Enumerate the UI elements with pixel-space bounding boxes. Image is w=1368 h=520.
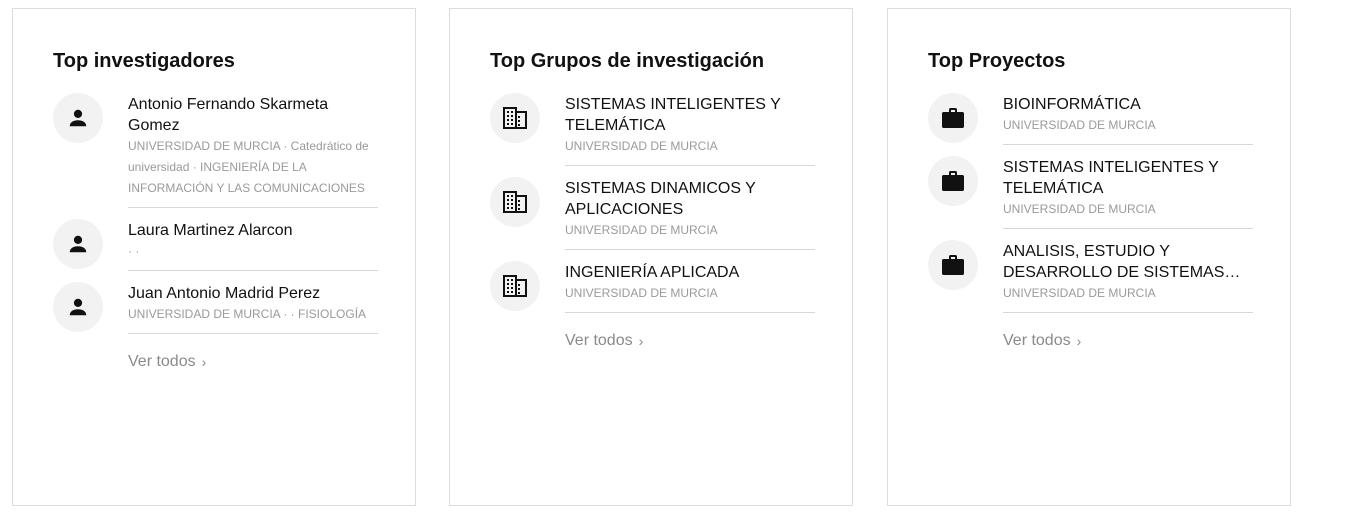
card-title: Top Proyectos xyxy=(928,50,1066,72)
top-research-groups-card: Top Grupos de investigación SISTEMAS INT… xyxy=(449,8,853,506)
researcher-affiliation: UNIVERSIDAD DE MURCIA · Catedrático de u… xyxy=(128,139,369,195)
see-all-groups-link[interactable]: Ver todos › xyxy=(565,332,643,350)
see-all-label: Ver todos xyxy=(565,332,633,349)
project-institution: UNIVERSIDAD DE MURCIA xyxy=(1003,118,1156,132)
top-projects-card: Top Proyectos BIOINFORMÁTICA UNIVERSIDAD… xyxy=(887,8,1291,506)
item-text: SISTEMAS INTELIGENTES Y TELEMÁTICA UNIVE… xyxy=(1003,156,1253,229)
project-name-link[interactable]: SISTEMAS INTELIGENTES Y TELEMÁTICA xyxy=(1003,157,1253,199)
group-institution: UNIVERSIDAD DE MURCIA xyxy=(565,223,718,237)
projects-list: BIOINFORMÁTICA UNIVERSIDAD DE MURCIA SIS… xyxy=(928,93,1253,350)
group-name-link[interactable]: SISTEMAS DINAMICOS Y APLICACIONES xyxy=(565,178,815,220)
list-item: Juan Antonio Madrid Perez UNIVERSIDAD DE… xyxy=(53,282,378,334)
project-institution: UNIVERSIDAD DE MURCIA xyxy=(1003,286,1156,300)
group-name-link[interactable]: SISTEMAS INTELIGENTES Y TELEMÁTICA xyxy=(565,94,815,136)
see-all-label: Ver todos xyxy=(1003,332,1071,349)
see-all-projects-link[interactable]: Ver todos › xyxy=(1003,332,1081,350)
card-title: Top Grupos de investigación xyxy=(490,50,765,72)
researcher-name-link[interactable]: Juan Antonio Madrid Perez xyxy=(128,283,378,304)
list-item: BIOINFORMÁTICA UNIVERSIDAD DE MURCIA xyxy=(928,93,1253,145)
list-item: SISTEMAS INTELIGENTES Y TELEMÁTICA UNIVE… xyxy=(928,156,1253,229)
chevron-right-icon: › xyxy=(1076,333,1082,349)
chevron-right-icon: › xyxy=(638,333,644,349)
project-institution: UNIVERSIDAD DE MURCIA xyxy=(1003,202,1156,216)
item-text: Juan Antonio Madrid Perez UNIVERSIDAD DE… xyxy=(128,282,378,334)
briefcase-icon xyxy=(928,156,978,206)
item-text: ANALISIS, ESTUDIO Y DESARROLLO DE SISTEM… xyxy=(1003,240,1253,313)
project-name-link[interactable]: BIOINFORMÁTICA xyxy=(1003,94,1253,115)
see-all-label: Ver todos xyxy=(128,353,196,370)
item-text: SISTEMAS INTELIGENTES Y TELEMÁTICA UNIVE… xyxy=(565,93,815,166)
list-item: ANALISIS, ESTUDIO Y DESARROLLO DE SISTEM… xyxy=(928,240,1253,313)
person-icon xyxy=(53,93,103,143)
group-institution: UNIVERSIDAD DE MURCIA xyxy=(565,139,718,153)
item-text: SISTEMAS DINAMICOS Y APLICACIONES UNIVER… xyxy=(565,177,815,250)
card-title: Top investigadores xyxy=(53,50,235,72)
briefcase-icon xyxy=(928,93,978,143)
researcher-affiliation: UNIVERSIDAD DE MURCIA · · FISIOLOGÍA xyxy=(128,307,367,321)
project-name-link[interactable]: ANALISIS, ESTUDIO Y DESARROLLO DE SISTEM… xyxy=(1003,241,1253,283)
see-all-researchers-link[interactable]: Ver todos › xyxy=(128,353,206,371)
researchers-list: Antonio Fernando Skarmeta Gomez UNIVERSI… xyxy=(53,93,378,371)
item-text: Laura Martinez Alarcon · · xyxy=(128,219,378,271)
researcher-affiliation: · · xyxy=(128,244,140,258)
person-icon xyxy=(53,219,103,269)
list-item: INGENIERÍA APLICADA UNIVERSIDAD DE MURCI… xyxy=(490,261,815,313)
briefcase-icon xyxy=(928,240,978,290)
chevron-right-icon: › xyxy=(201,354,207,370)
item-text: BIOINFORMÁTICA UNIVERSIDAD DE MURCIA xyxy=(1003,93,1253,145)
list-item: Antonio Fernando Skarmeta Gomez UNIVERSI… xyxy=(53,93,378,208)
building-icon xyxy=(490,177,540,227)
list-item: Laura Martinez Alarcon · · xyxy=(53,219,378,271)
list-item: SISTEMAS INTELIGENTES Y TELEMÁTICA UNIVE… xyxy=(490,93,815,166)
top-researchers-card: Top investigadores Antonio Fernando Skar… xyxy=(12,8,416,506)
item-text: INGENIERÍA APLICADA UNIVERSIDAD DE MURCI… xyxy=(565,261,815,313)
building-icon xyxy=(490,93,540,143)
group-institution: UNIVERSIDAD DE MURCIA xyxy=(565,286,718,300)
groups-list: SISTEMAS INTELIGENTES Y TELEMÁTICA UNIVE… xyxy=(490,93,815,350)
person-icon xyxy=(53,282,103,332)
group-name-link[interactable]: INGENIERÍA APLICADA xyxy=(565,262,815,283)
building-icon xyxy=(490,261,540,311)
researcher-name-link[interactable]: Laura Martinez Alarcon xyxy=(128,220,378,241)
researcher-name-link[interactable]: Antonio Fernando Skarmeta Gomez xyxy=(128,94,378,136)
list-item: SISTEMAS DINAMICOS Y APLICACIONES UNIVER… xyxy=(490,177,815,250)
item-text: Antonio Fernando Skarmeta Gomez UNIVERSI… xyxy=(128,93,378,208)
